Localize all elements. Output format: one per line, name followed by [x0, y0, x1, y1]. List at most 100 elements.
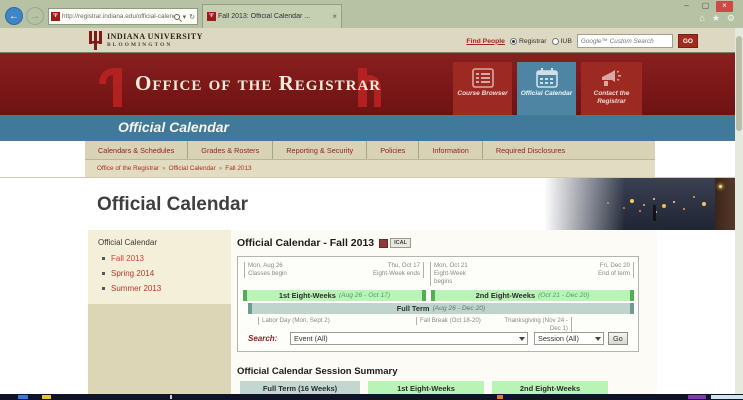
- photo-fade: [535, 178, 625, 231]
- session-filter-select[interactable]: Session (All): [534, 332, 604, 345]
- minimize-button[interactable]: –: [678, 1, 695, 12]
- main-area: Official Calendar - Fall 2013 ICAL Mon, …: [231, 230, 657, 396]
- taskbar-app-icon[interactable]: [18, 395, 28, 399]
- site-banner: Office of the Registrar Course Browser O…: [0, 53, 743, 118]
- bar-second-eight-weeks[interactable]: 2nd Eight-Weeks (Oct 21 - Dec 20): [431, 290, 634, 301]
- tab-contact-registrar[interactable]: Contact the Registrar: [581, 62, 642, 115]
- refresh-icon[interactable]: ↻: [189, 13, 195, 21]
- iu-trident-icon: [89, 31, 102, 50]
- photo-person-silhouette: [653, 205, 656, 221]
- search-icon[interactable]: [173, 13, 180, 20]
- breadcrumb-separator: »: [218, 165, 223, 172]
- bar-full-term[interactable]: Full Term (Aug 26 - Dec 20): [248, 303, 634, 314]
- timeline-box: Mon, Aug 26 Classes begin Thu, Oct 17 Eigh…: [237, 256, 639, 352]
- section-bar: Official Calendar: [0, 115, 743, 141]
- scrollbar-thumb[interactable]: [736, 36, 742, 131]
- break-thanksgiving: Thanksgiving (Nov 24 - Dec 1): [496, 317, 572, 334]
- screen: ← → Ψ http://registrar.indiana.edu/offic…: [0, 0, 743, 400]
- search-label: Search:: [248, 334, 278, 343]
- milestone-end-of-term: Fri, Dec 20 End of term: [566, 262, 634, 279]
- chevron-down-icon: [595, 337, 601, 341]
- tab-official-calendar-label: Official Calendar: [520, 90, 573, 97]
- milestone-eight-week-begins: Mon, Oct 21 Eight-Week begins: [430, 262, 482, 287]
- registrar-radio[interactable]: [509, 37, 517, 45]
- breadcrumb-registrar[interactable]: Office of the Registrar: [97, 165, 159, 172]
- taskbar-divider: [170, 395, 172, 399]
- forward-button[interactable]: →: [26, 7, 44, 25]
- tab-title: Fall 2013: Official Calendar ...: [218, 13, 311, 20]
- sidebar-item-summer-2013[interactable]: Summer 2013: [102, 284, 161, 293]
- registrar-radio-group[interactable]: Registrar: [509, 37, 547, 45]
- taskbar-show-desktop[interactable]: [711, 395, 743, 399]
- main-nav: Calendars & Schedules Grades & Rosters R…: [85, 141, 655, 160]
- iub-radio-label: IUB: [560, 37, 572, 45]
- maximize-button[interactable]: ▢: [697, 1, 714, 12]
- taskbar[interactable]: [0, 394, 743, 400]
- calendar-heading: Official Calendar - Fall 2013: [237, 237, 375, 249]
- tab-course-browser[interactable]: Course Browser: [453, 62, 512, 115]
- sidebar-item-spring-2014[interactable]: Spring 2014: [102, 269, 154, 278]
- calendar-icon: [535, 68, 558, 88]
- tab-favicon-icon: Ψ: [207, 12, 216, 21]
- session-summary-heading: Official Calendar Session Summary: [237, 366, 398, 377]
- milestone-eight-week-ends: Thu, Oct 17 Eight-Week ends: [356, 262, 424, 279]
- sidebar-footer-block: [88, 304, 231, 394]
- bar-first-eight-weeks[interactable]: 1st Eight-Weeks (Aug 26 - Oct 17): [243, 290, 426, 301]
- taskbar-tray-item[interactable]: [688, 395, 706, 399]
- photo-lamp: [719, 185, 722, 188]
- ical-icon: [379, 238, 389, 248]
- calendar-search-row: Search: Event (All) Session (All) Go: [238, 332, 638, 347]
- page-title: Official Calendar: [97, 194, 248, 215]
- tab-official-calendar[interactable]: Official Calendar: [517, 62, 576, 118]
- google-search-input[interactable]: [576, 34, 673, 48]
- sidebar: Official Calendar Fall 2013 Spring 2014 …: [88, 230, 231, 304]
- tab-contact-registrar-label: Contact the Registrar: [593, 90, 630, 106]
- close-button[interactable]: ×: [716, 1, 733, 12]
- tab-close-icon[interactable]: ×: [332, 12, 337, 21]
- megaphone-icon: [601, 70, 621, 86]
- nav-policies[interactable]: Policies: [367, 141, 420, 159]
- ical-button[interactable]: ICAL: [379, 238, 411, 248]
- tab-course-browser-label: Course Browser: [457, 90, 508, 97]
- settings-gear-icon[interactable]: ⚙: [727, 13, 735, 24]
- photo-arch: [715, 178, 735, 231]
- nav-information[interactable]: Information: [419, 141, 483, 159]
- nav-required-disclosures[interactable]: Required Disclosures: [483, 141, 578, 159]
- iub-radio[interactable]: [551, 37, 559, 45]
- back-button[interactable]: ←: [5, 7, 23, 25]
- ical-label: ICAL: [390, 238, 411, 248]
- content: Official Calendar Fall 2013 Spring 2014 …: [0, 230, 743, 396]
- taskbar-app-icon[interactable]: [497, 395, 503, 399]
- sidebar-item-fall-2013[interactable]: Fall 2013: [102, 254, 144, 263]
- university-wordmark[interactable]: INDIANA UNIVERSITY BLOOMINGTON: [107, 32, 203, 48]
- url-text[interactable]: http://registrar.indiana.edu/official-ca…: [62, 13, 174, 20]
- page-scrollbar[interactable]: [735, 28, 743, 394]
- browser-tab[interactable]: Ψ Fall 2013: Official Calendar ... ×: [202, 4, 342, 28]
- nav-reporting-security[interactable]: Reporting & Security: [273, 141, 368, 159]
- calendar-go-button[interactable]: Go: [608, 332, 628, 345]
- address-bar[interactable]: Ψ http://registrar.indiana.edu/official-…: [48, 8, 198, 25]
- breadcrumb: Office of the Registrar » Official Calen…: [85, 160, 655, 177]
- favorites-star-icon[interactable]: ★: [712, 13, 720, 24]
- home-icon[interactable]: ⌂: [699, 13, 704, 24]
- iu-header: INDIANA UNIVERSITY BLOOMINGTON Find Peop…: [0, 28, 743, 53]
- office-title: Office of the Registrar: [135, 71, 382, 95]
- go-search-button[interactable]: GO: [677, 34, 698, 48]
- list-icon: [471, 68, 494, 88]
- site-favicon-icon: Ψ: [51, 12, 60, 21]
- milestone-classes-begin: Mon, Aug 26 Classes begin: [244, 262, 316, 279]
- autocomplete-dropdown-icon[interactable]: ▾: [183, 13, 187, 21]
- nav-calendars-schedules[interactable]: Calendars & Schedules: [85, 141, 189, 159]
- breadcrumb-separator: »: [162, 165, 166, 172]
- breadcrumb-official-calendar[interactable]: Official Calendar: [169, 165, 216, 172]
- event-filter-select[interactable]: Event (All): [290, 332, 528, 345]
- find-people-link[interactable]: Find People: [466, 38, 505, 45]
- page-title-band: Official Calendar: [0, 177, 743, 231]
- taskbar-app-icon[interactable]: [42, 395, 51, 399]
- nav-grades-rosters[interactable]: Grades & Rosters: [188, 141, 274, 159]
- section-title: Official Calendar: [118, 119, 230, 135]
- chevron-down-icon: [519, 337, 525, 341]
- iub-radio-group[interactable]: IUB: [551, 37, 572, 45]
- browser-chrome: ← → Ψ http://registrar.indiana.edu/offic…: [0, 0, 743, 28]
- campus-name: BLOOMINGTON: [107, 42, 173, 48]
